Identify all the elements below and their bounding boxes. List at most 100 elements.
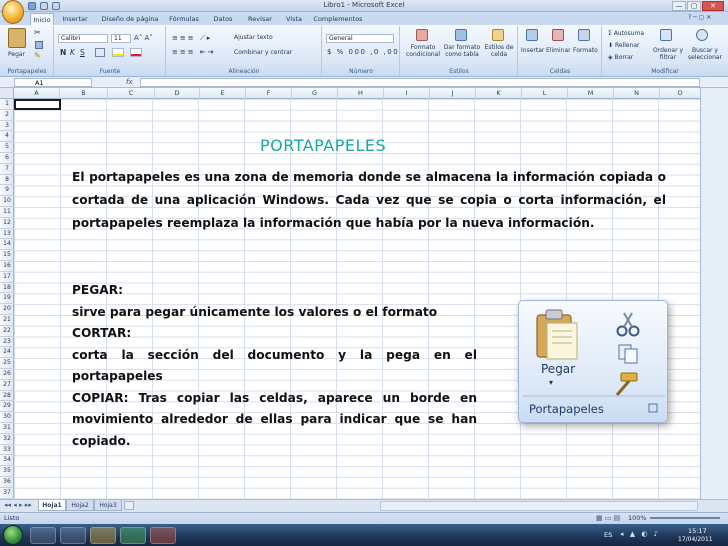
column-header-d[interactable]: D: [155, 88, 200, 99]
row-header-12[interactable]: 12: [0, 218, 14, 229]
zoom-level[interactable]: 100%: [628, 514, 647, 522]
sort-filter-button[interactable]: Ordenar y filtrar: [652, 47, 684, 61]
row-header-31[interactable]: 31: [0, 423, 14, 434]
tab-vista[interactable]: Vista: [283, 13, 305, 25]
name-box[interactable]: A1: [14, 78, 92, 87]
column-header-e[interactable]: E: [200, 88, 246, 99]
sheet-tab-2[interactable]: Hoja2: [66, 500, 94, 511]
row-header-17[interactable]: 17: [0, 272, 14, 283]
tab-formulas[interactable]: Fórmulas: [168, 13, 200, 25]
sheet-tab-1[interactable]: Hoja1: [38, 500, 66, 511]
row-header-21[interactable]: 21: [0, 315, 14, 326]
row-header-26[interactable]: 26: [0, 369, 14, 380]
paste-button[interactable]: Pegar: [8, 51, 25, 58]
zoom-slider[interactable]: [650, 517, 720, 519]
format-painter-icon[interactable]: ✎: [34, 51, 41, 60]
row-header-35[interactable]: 35: [0, 466, 14, 477]
column-header-f[interactable]: F: [246, 88, 292, 99]
row-header-37[interactable]: 37: [0, 488, 14, 499]
row-header-10[interactable]: 10: [0, 196, 14, 207]
column-header-c[interactable]: C: [108, 88, 155, 99]
find-select-button[interactable]: Buscar y seleccionar: [685, 47, 725, 61]
row-header-19[interactable]: 19: [0, 293, 14, 305]
fill-button[interactable]: ⬇ Rellenar: [608, 42, 640, 49]
row-header-27[interactable]: 27: [0, 380, 14, 391]
align-left-icons[interactable]: ≡≡≡ ⇤⇥: [172, 48, 216, 56]
row-header-3[interactable]: 3: [0, 121, 14, 132]
cut-icon[interactable]: ✂: [34, 28, 41, 37]
tray-icons[interactable]: ◂ ▲ ◐ ♪: [620, 530, 660, 538]
row-header-22[interactable]: 22: [0, 326, 14, 337]
fill-color-icon[interactable]: [112, 48, 124, 57]
row-header-9[interactable]: 9: [0, 185, 14, 197]
delete-button[interactable]: Eliminar: [546, 47, 571, 54]
insert-function-button[interactable]: fx: [126, 78, 133, 86]
row-header-20[interactable]: 20: [0, 304, 14, 315]
new-sheet-icon[interactable]: [124, 501, 134, 510]
column-header-g[interactable]: G: [292, 88, 338, 99]
row-header-25[interactable]: 25: [0, 358, 14, 369]
table-format-icon[interactable]: [455, 29, 467, 41]
row-header-16[interactable]: 16: [0, 261, 14, 272]
bold-button[interactable]: N: [60, 48, 66, 57]
delete-cells-icon[interactable]: [552, 29, 564, 41]
column-header-j[interactable]: J: [430, 88, 476, 99]
tab-revisar[interactable]: Revisar: [245, 13, 275, 25]
autosum-button[interactable]: Σ Autosuma: [608, 30, 644, 37]
align-top-icons[interactable]: ≡≡≡ ⟋▸: [172, 34, 212, 43]
active-cell-a1[interactable]: [14, 99, 61, 110]
start-button[interactable]: [3, 525, 23, 545]
sheet-tab-3[interactable]: Hoja3: [94, 500, 122, 511]
copy-icon[interactable]: [35, 41, 43, 49]
merge-center-button[interactable]: Combinar y centrar: [234, 49, 292, 56]
tab-complementos[interactable]: Complementos: [312, 13, 364, 25]
column-header-a[interactable]: A: [14, 88, 60, 99]
format-cells-icon[interactable]: [578, 29, 590, 41]
taskbar-app-2[interactable]: [60, 527, 86, 544]
horizontal-scrollbar[interactable]: [380, 501, 698, 511]
row-header-33[interactable]: 33: [0, 445, 14, 456]
view-mode-icons[interactable]: ▦ ▭ ▤: [596, 514, 620, 522]
taskbar-app-1[interactable]: [30, 527, 56, 544]
office-button[interactable]: [2, 0, 24, 24]
number-format-select[interactable]: General: [326, 34, 394, 43]
column-header-h[interactable]: H: [338, 88, 384, 99]
taskbar-app-3[interactable]: [90, 527, 116, 544]
row-header-15[interactable]: 15: [0, 250, 14, 261]
column-header-o[interactable]: O: [660, 88, 701, 99]
wrap-text-button[interactable]: Ajustar texto: [234, 34, 273, 41]
row-header-32[interactable]: 32: [0, 434, 14, 445]
number-format-icons[interactable]: $ % 000 ,0 ,00: [327, 48, 399, 56]
sort-filter-icon[interactable]: [660, 29, 672, 41]
row-header-4[interactable]: 4: [0, 131, 14, 143]
underline-button[interactable]: S: [80, 48, 85, 57]
format-button[interactable]: Formato: [573, 47, 598, 54]
row-header-11[interactable]: 11: [0, 207, 14, 218]
insert-cells-icon[interactable]: [526, 29, 538, 41]
cell-styles-button[interactable]: Estilos de celda: [483, 44, 515, 58]
row-header-2[interactable]: 2: [0, 110, 14, 121]
column-header-n[interactable]: N: [614, 88, 660, 99]
tab-diseno-pagina[interactable]: Diseño de página: [100, 13, 160, 25]
grow-font-icon[interactable]: A˄ A˅: [134, 34, 153, 42]
row-header-6[interactable]: 6: [0, 153, 14, 164]
close-button[interactable]: ✕: [702, 1, 724, 11]
row-header-34[interactable]: 34: [0, 455, 14, 467]
row-header-23[interactable]: 23: [0, 337, 14, 348]
row-header-28[interactable]: 28: [0, 391, 14, 402]
row-header-13[interactable]: 13: [0, 229, 14, 240]
row-header-18[interactable]: 18: [0, 283, 14, 294]
column-header-m[interactable]: M: [568, 88, 614, 99]
row-header-36[interactable]: 36: [0, 477, 14, 488]
font-name-select[interactable]: Calibri: [58, 34, 108, 43]
conditional-format-icon[interactable]: [416, 29, 428, 41]
row-header-8[interactable]: 8: [0, 175, 14, 186]
column-header-i[interactable]: I: [384, 88, 430, 99]
column-header-k[interactable]: K: [476, 88, 522, 99]
tab-inicio[interactable]: Inicio: [30, 13, 54, 25]
font-size-select[interactable]: 11: [111, 34, 131, 43]
column-header-l[interactable]: L: [522, 88, 568, 99]
font-color-icon[interactable]: [130, 48, 142, 57]
row-header-29[interactable]: 29: [0, 401, 14, 413]
row-header-24[interactable]: 24: [0, 347, 14, 359]
